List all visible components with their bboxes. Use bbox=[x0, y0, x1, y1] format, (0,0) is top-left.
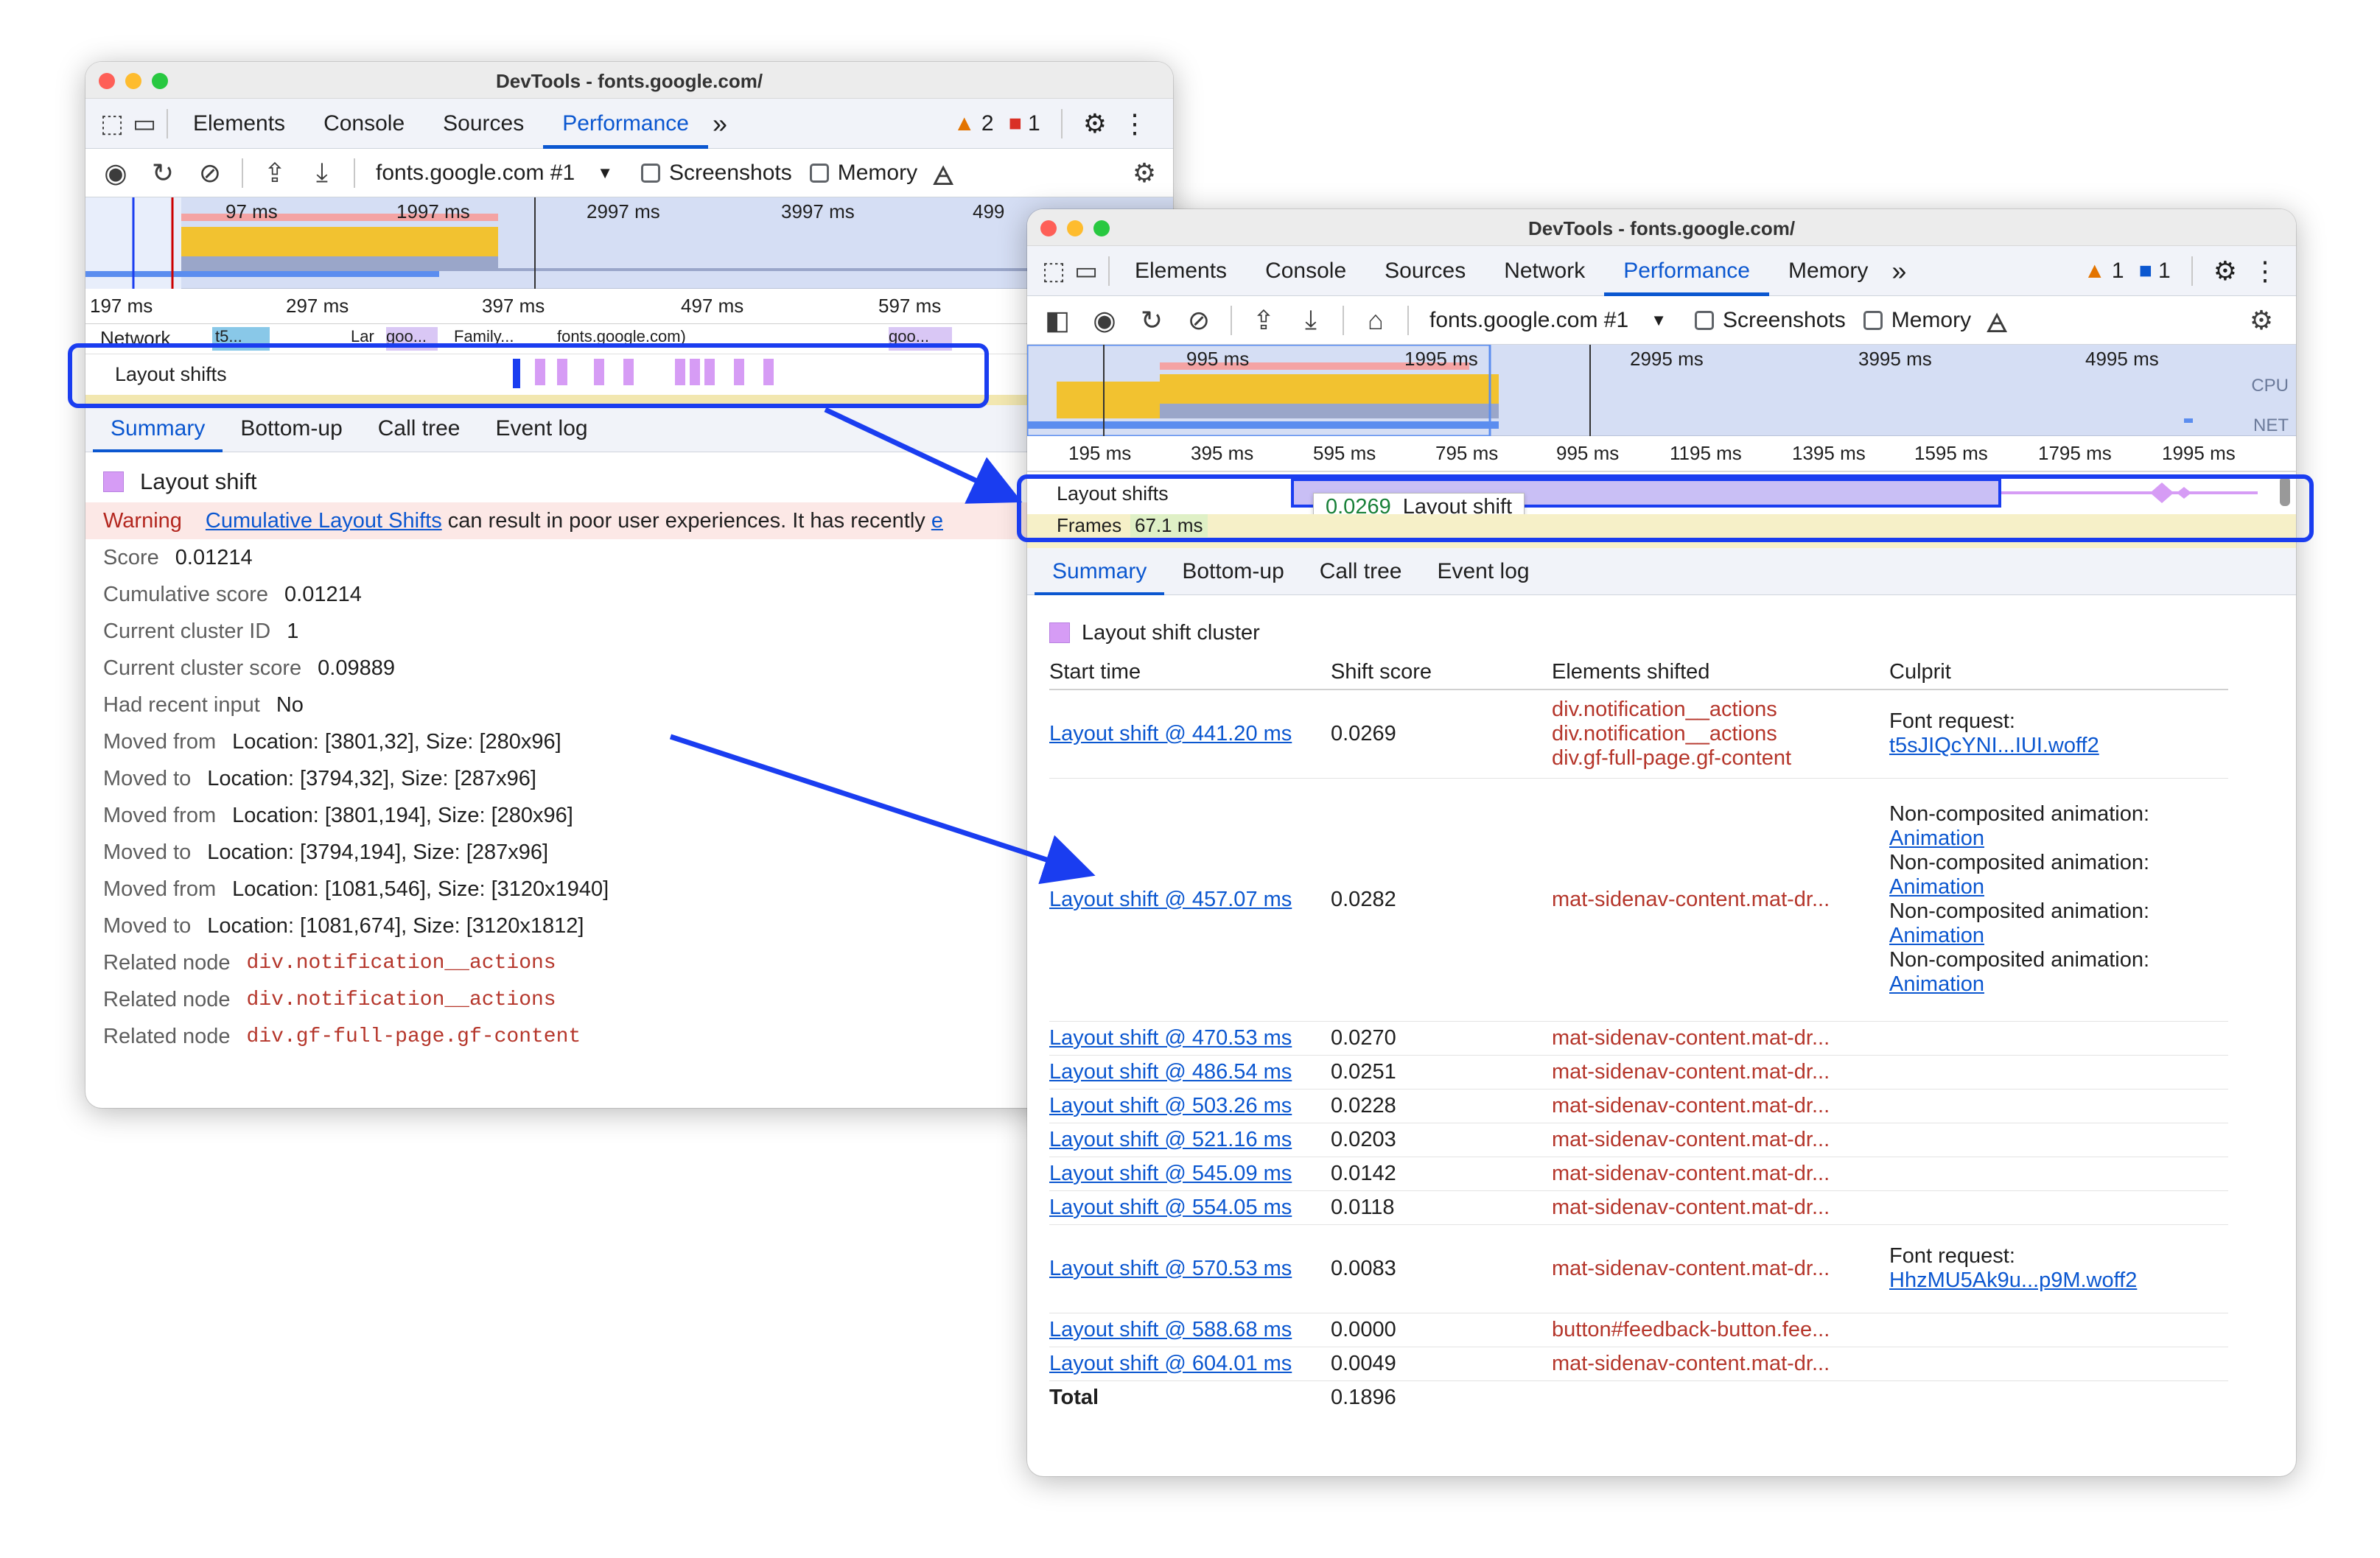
annotation-arrows bbox=[669, 407, 1096, 885]
